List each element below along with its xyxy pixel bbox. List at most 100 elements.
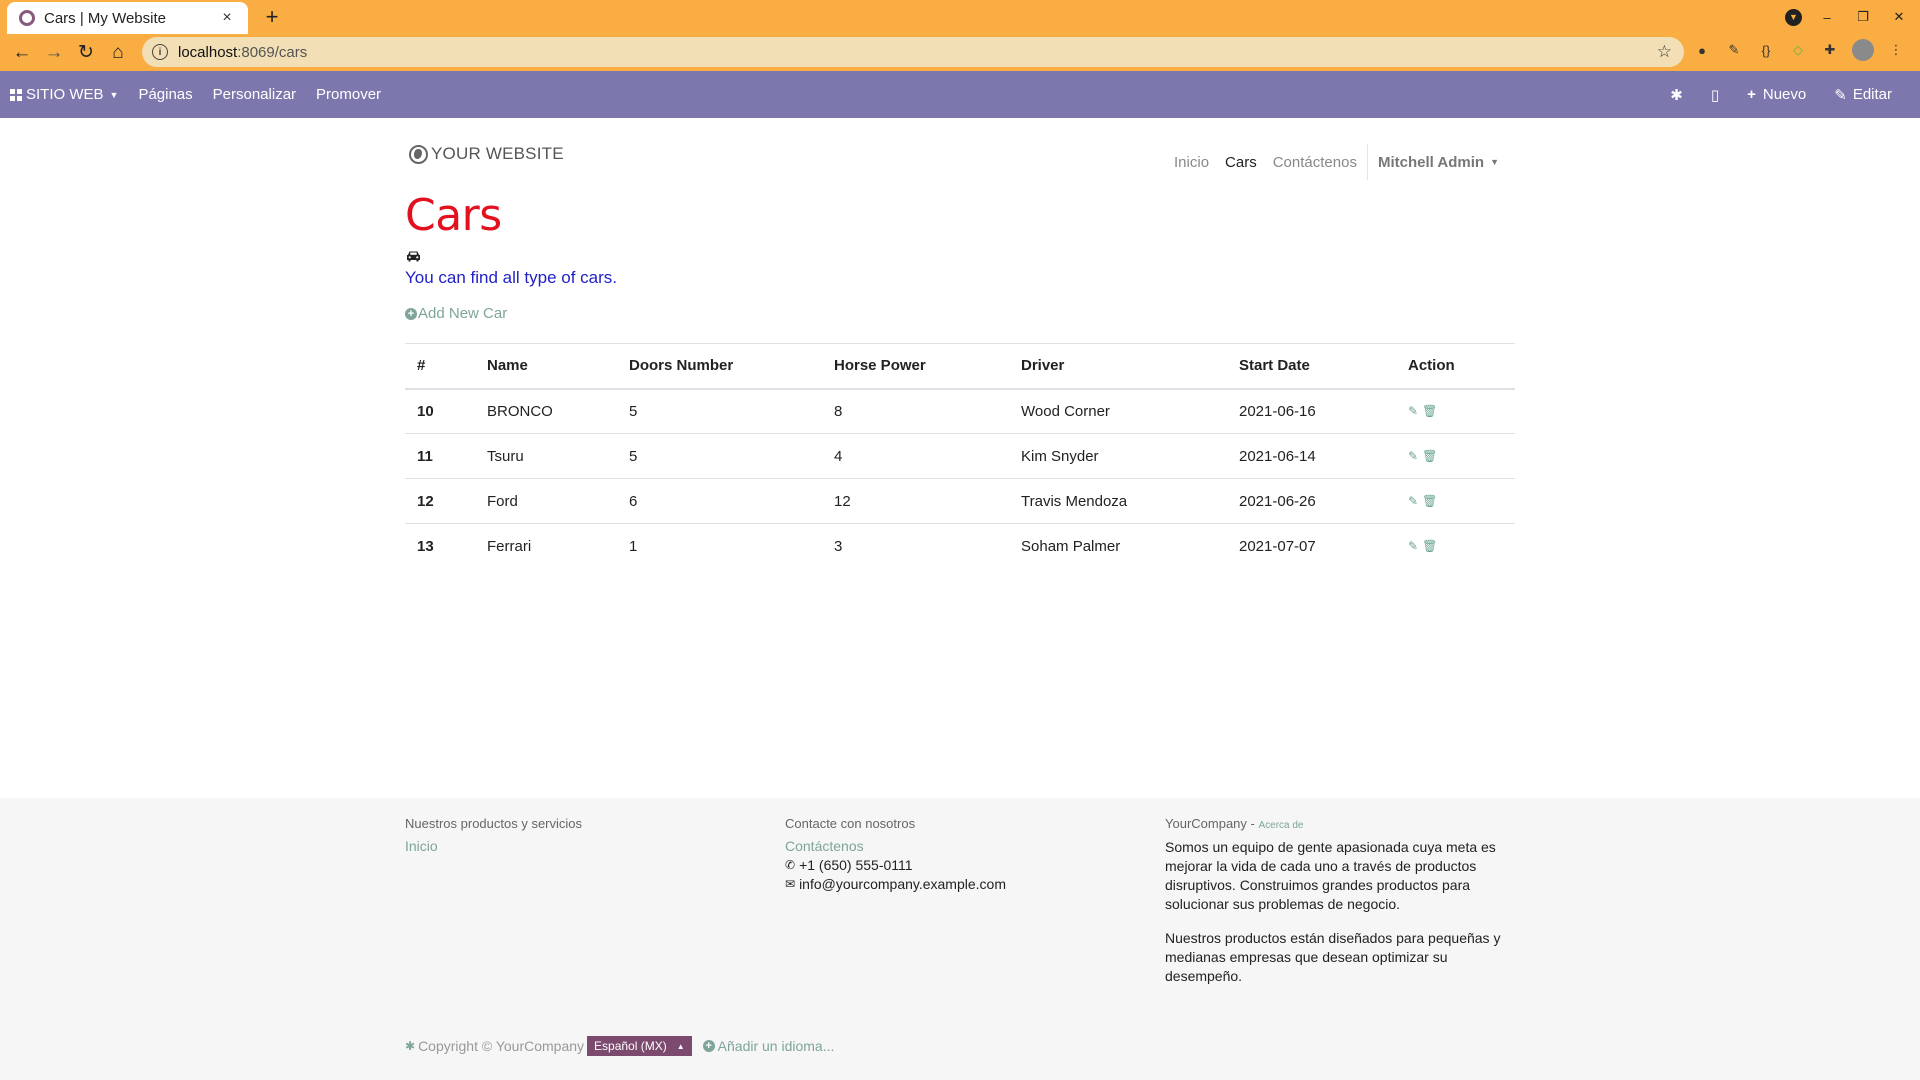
bug-icon: ✱ [405, 1039, 416, 1053]
globe-icon [409, 144, 428, 164]
puzzle-extensions-icon[interactable]: ✚ [1820, 40, 1840, 60]
website-logo[interactable]: YOUR WEBSITE [409, 144, 564, 164]
profile-avatar[interactable] [1852, 39, 1874, 61]
cell-start-date: 2021-06-14 [1227, 433, 1396, 479]
nav-contact[interactable]: Contáctenos [1265, 154, 1365, 171]
column-header: Name [475, 343, 617, 390]
eyedropper-extension-icon[interactable]: ✎ [1724, 40, 1744, 60]
edit-label: Editar [1852, 86, 1892, 103]
edit-pencil-icon[interactable]: ✎ [1408, 494, 1418, 508]
add-language-link[interactable]: + Añadir un idioma... [702, 1038, 834, 1054]
column-header: Doors Number [617, 343, 822, 390]
edit-pencil-icon[interactable]: ✎ [1408, 539, 1418, 553]
edit-pencil-icon[interactable]: ✎ [1408, 404, 1418, 418]
phone-text: +1 (650) 555-0111 [799, 857, 913, 873]
intro-text: You can find all type of cars. [405, 268, 618, 287]
apps-menu-label: SITIO WEB [26, 86, 104, 103]
url-path: :8069/cars [237, 43, 308, 61]
nav-cars[interactable]: Cars [1217, 154, 1265, 171]
cell-name: Ferrari [487, 537, 532, 555]
restore-icon[interactable]: ❐ [1852, 6, 1874, 28]
bookmark-star-icon[interactable]: ☆ [1657, 42, 1672, 62]
footer-link-contact[interactable]: Contáctenos [785, 838, 1006, 854]
green-extension-icon[interactable]: ◇ [1788, 40, 1808, 60]
extensions-area: ● ✎ {} ◇ ✚ ⋮ [1692, 39, 1906, 61]
new-tab-button[interactable]: + [259, 4, 285, 30]
footer-heading: Contacte con nosotros [785, 816, 916, 831]
add-new-car-link[interactable]: + Add New Car [405, 305, 507, 322]
phone-icon: ✆ [785, 858, 796, 872]
table-row: 13 Ferrari 1 3 Soham Palmer 2021-07-07 ✎… [405, 524, 1515, 569]
tab-title: Cars | My Website [44, 9, 166, 27]
incognito-extension-icon[interactable]: ● [1692, 40, 1712, 60]
new-content-button[interactable]: + Nuevo [1733, 71, 1820, 118]
cell-start-date: 2021-06-16 [1227, 388, 1396, 434]
browser-toolbar: ← → ↻ ⌂ i localhost :8069/cars ☆ ● ✎ {} … [0, 34, 1920, 71]
close-tab-icon[interactable]: × [218, 9, 236, 27]
cell-actions: ✎ 🗑 [1396, 524, 1515, 569]
cell-actions: ✎ 🗑 [1396, 433, 1515, 479]
pencil-icon: ✎ [1834, 86, 1847, 104]
website-footer: Nuestros productos y servicios Inicio Co… [0, 798, 1920, 1080]
company-name: YourCompany [1165, 816, 1247, 831]
language-selector[interactable]: Español (MX) ▲ [587, 1036, 692, 1056]
edit-button[interactable]: ✎ Editar [1820, 71, 1906, 118]
caret-down-icon: ▼ [1490, 157, 1499, 167]
minimize-icon[interactable]: – [1816, 6, 1838, 28]
address-bar[interactable]: i localhost :8069/cars ☆ [142, 37, 1684, 67]
nav-home[interactable]: Inicio [1166, 154, 1217, 171]
trash-icon[interactable]: 🗑 [1422, 494, 1437, 508]
cell-start-date: 2021-06-26 [1227, 478, 1396, 524]
edit-pencil-icon[interactable]: ✎ [1408, 449, 1418, 463]
cell-driver: Travis Mendoza [1009, 478, 1227, 524]
cell-id: 11 [405, 433, 475, 479]
cell-id: 12 [405, 478, 475, 524]
close-window-icon[interactable]: ✕ [1888, 6, 1910, 28]
footer-phone: ✆ +1 (650) 555-0111 [785, 857, 1006, 873]
footer-about-paragraph: Nuestros productos están diseñados para … [1165, 930, 1501, 984]
column-header: Horse Power [822, 343, 1009, 390]
page-title: Cars [405, 190, 502, 241]
caret-down-icon: ▼ [109, 89, 119, 100]
cell-start-date: 2021-07-07 [1239, 537, 1316, 555]
reload-icon[interactable]: ↻ [70, 37, 102, 69]
json-extension-icon[interactable]: {} [1756, 40, 1776, 60]
cell-doors: 1 [629, 537, 638, 555]
mobile-preview-icon[interactable]: ▯ [1697, 71, 1733, 118]
cell-name: Tsuru [475, 433, 617, 479]
footer-link-home[interactable]: Inicio [405, 838, 582, 854]
menu-promote[interactable]: Promover [306, 71, 391, 118]
apps-menu-button[interactable]: SITIO WEB ▼ [0, 71, 128, 118]
trash-icon[interactable]: 🗑 [1422, 404, 1437, 418]
back-arrow-icon[interactable]: ← [6, 37, 38, 69]
cell-driver: Soham Palmer [1021, 537, 1121, 555]
language-label: Español (MX) [594, 1039, 667, 1053]
browser-menu-icon[interactable]: ⋮ [1886, 40, 1906, 60]
menu-customize[interactable]: Personalizar [203, 71, 306, 118]
cell-id: 10 [405, 388, 475, 434]
browser-tab[interactable]: Cars | My Website × [7, 2, 248, 34]
column-header: # [405, 343, 475, 390]
heading-separator: - [1246, 816, 1259, 831]
forward-arrow-icon[interactable]: → [38, 37, 70, 69]
site-info-icon[interactable]: i [152, 44, 168, 60]
add-new-car-label: Add New Car [418, 305, 508, 322]
debug-bug-icon[interactable]: ✱ [1656, 71, 1697, 118]
plus-icon: + [1747, 86, 1756, 103]
cell-hp: 4 [822, 433, 1009, 479]
table-row: 11 Tsuru 5 4 Kim Snyder 2021-06-14 ✎ 🗑 [405, 433, 1515, 479]
new-label: Nuevo [1762, 86, 1807, 103]
trash-icon[interactable]: 🗑 [1422, 449, 1437, 463]
home-icon[interactable]: ⌂ [102, 37, 134, 69]
tab-search-icon[interactable]: ▼ [1785, 8, 1802, 26]
cell-name: BRONCO [475, 388, 617, 434]
caret-up-icon: ▲ [676, 1041, 685, 1051]
cell-doors: 5 [617, 388, 822, 434]
cell-name: Ford [475, 478, 617, 524]
copyright-text: Copyright © YourCompany [418, 1038, 585, 1054]
user-menu[interactable]: Mitchell Admin ▼ [1370, 154, 1507, 171]
trash-icon[interactable]: 🗑 [1422, 539, 1437, 553]
menu-pages[interactable]: Páginas [128, 71, 202, 118]
about-link[interactable]: Acerca de [1258, 820, 1303, 831]
apps-grid-icon [10, 88, 22, 101]
